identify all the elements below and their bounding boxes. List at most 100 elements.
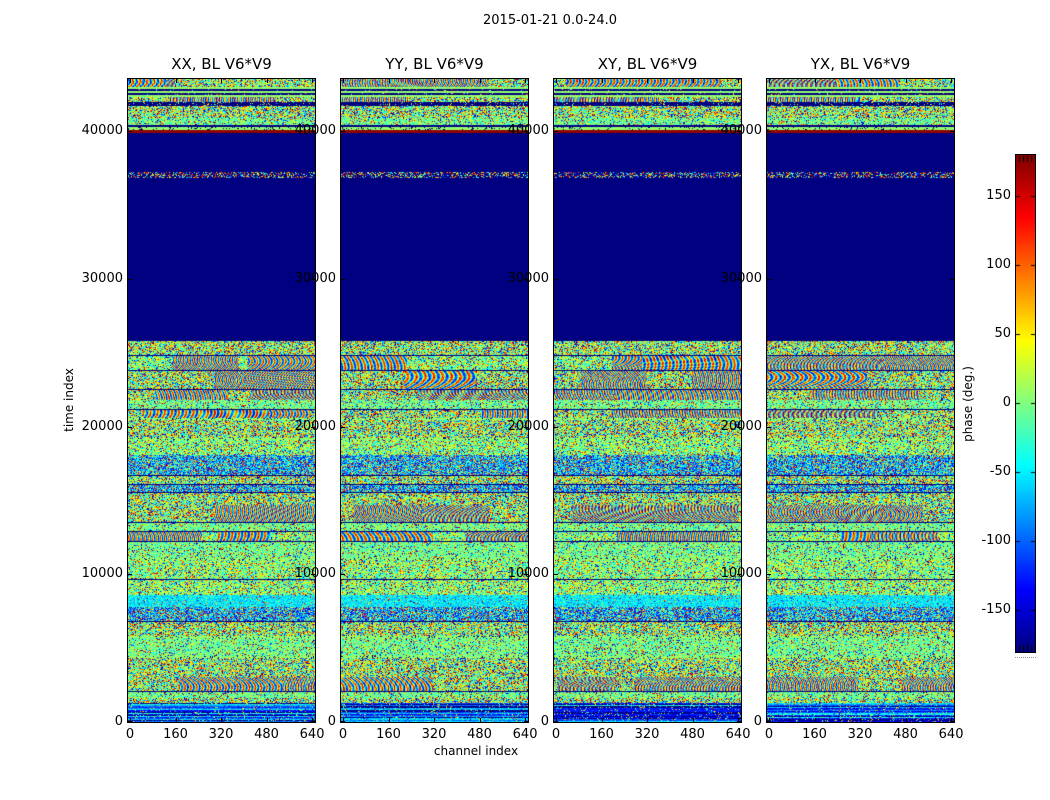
y-tick-mark-right (950, 721, 954, 722)
x-tick-mark (221, 718, 222, 722)
y-tick-label: 30000 (294, 270, 336, 286)
y-tick-label: 20000 (507, 418, 549, 434)
y-tick-mark-right (950, 131, 954, 132)
y-tick-label: 40000 (81, 123, 123, 138)
x-tick-mark-top (647, 79, 648, 83)
x-tick-mark (434, 718, 435, 722)
x-tick-label: 640 (938, 727, 964, 742)
y-tick-label: 30000 (507, 270, 549, 286)
x-tick-mark-top (525, 79, 526, 83)
x-tick-mark-top (738, 79, 739, 83)
y-tick-mark (341, 279, 345, 280)
colorbar-tick-label: 0 (1002, 395, 1011, 410)
y-tick-mark (341, 721, 345, 722)
y-tick-mark (341, 131, 345, 132)
x-tick-mark-top (556, 79, 557, 83)
x-tick-mark-top (434, 79, 435, 83)
x-tick-label: 320 (847, 727, 873, 742)
x-tick-mark (176, 718, 177, 722)
y-tick-mark (128, 574, 132, 575)
heatmap-canvas-yx (767, 79, 954, 722)
figure: 2015-01-21 0.0-24.0 time index channel i… (0, 0, 1050, 800)
y-tick-mark (554, 574, 558, 575)
y-tick-mark (341, 427, 345, 428)
x-tick-mark (647, 718, 648, 722)
y-tick-mark-right (950, 279, 954, 280)
y-tick-label: 20000 (720, 418, 762, 434)
x-tick-mark (906, 718, 907, 722)
x-tick-label: 160 (802, 727, 827, 742)
heatmap-panel-yy (340, 78, 529, 723)
x-tick-mark-top (389, 79, 390, 83)
y-tick-label: 10000 (81, 566, 123, 582)
colorbar-tick-label: -100 (981, 532, 1011, 548)
x-tick-mark (815, 718, 816, 722)
colorbar-tick-label: 100 (986, 257, 1011, 273)
x-tick-mark (860, 718, 861, 722)
heatmap-canvas-yy (341, 79, 528, 722)
x-tick-mark (602, 718, 603, 722)
y-tick-label: 40000 (294, 123, 336, 138)
colorbar-tick-label: 150 (986, 188, 1011, 204)
x-tick-label: 160 (376, 727, 401, 742)
y-tick-mark (554, 427, 558, 428)
figure-title: 2015-01-21 0.0-24.0 (483, 13, 617, 28)
y-tick-mark (341, 574, 345, 575)
x-tick-mark-top (176, 79, 177, 83)
x-tick-label: 480 (893, 727, 918, 742)
y-tick-label: 40000 (720, 123, 762, 138)
panel-title-xy: XY, BL V6*V9 (597, 55, 698, 73)
y-axis-label: time index (62, 368, 76, 432)
x-tick-mark-top (602, 79, 603, 83)
y-tick-mark-right (950, 574, 954, 575)
y-tick-label: 0 (753, 714, 762, 729)
y-tick-label: 10000 (507, 566, 549, 582)
y-tick-mark (767, 427, 771, 428)
x-tick-label: 160 (589, 727, 614, 742)
y-tick-mark (554, 721, 558, 722)
heatmap-panel-xy (553, 78, 742, 723)
x-tick-mark-top (343, 79, 344, 83)
y-tick-label: 30000 (720, 270, 762, 286)
panel-title-yy: YY, BL V6*V9 (385, 55, 484, 73)
y-tick-mark (128, 131, 132, 132)
y-tick-label: 20000 (294, 418, 336, 434)
y-tick-label: 0 (540, 714, 549, 729)
x-tick-mark-top (815, 79, 816, 83)
y-tick-label: 20000 (81, 418, 123, 434)
x-tick-mark-top (130, 79, 131, 83)
y-tick-label: 40000 (507, 123, 549, 138)
y-tick-label: 0 (114, 714, 123, 729)
x-tick-mark-top (860, 79, 861, 83)
x-tick-mark-top (906, 79, 907, 83)
x-axis-label: channel index (433, 744, 519, 758)
x-tick-mark-top (480, 79, 481, 83)
y-tick-mark (767, 721, 771, 722)
x-tick-mark-top (693, 79, 694, 83)
x-tick-mark-top (221, 79, 222, 83)
y-tick-mark (767, 574, 771, 575)
x-tick-mark (389, 718, 390, 722)
y-tick-label: 10000 (294, 566, 336, 582)
y-tick-mark-right (950, 427, 954, 428)
heatmap-canvas-xx (128, 79, 315, 722)
colorbar-tick-label: -50 (989, 463, 1011, 479)
x-tick-label: 320 (634, 727, 660, 742)
y-tick-mark (767, 279, 771, 280)
y-tick-mark (767, 131, 771, 132)
heatmap-panel-yx (766, 78, 955, 723)
x-tick-mark-top (312, 79, 313, 83)
x-tick-label: 320 (421, 727, 447, 742)
panel-title-xx: XX, BL V6*V9 (171, 55, 272, 73)
y-tick-mark (128, 427, 132, 428)
x-tick-mark-top (769, 79, 770, 83)
colorbar-canvas (1016, 155, 1035, 652)
x-tick-label: 160 (163, 727, 188, 742)
y-tick-label: 0 (327, 714, 336, 729)
y-tick-mark (128, 721, 132, 722)
colorbar-bottom-dotted-line (1015, 657, 1036, 658)
y-tick-mark (128, 279, 132, 280)
x-tick-mark-top (267, 79, 268, 83)
y-tick-label: 10000 (720, 566, 762, 582)
y-tick-mark (554, 279, 558, 280)
